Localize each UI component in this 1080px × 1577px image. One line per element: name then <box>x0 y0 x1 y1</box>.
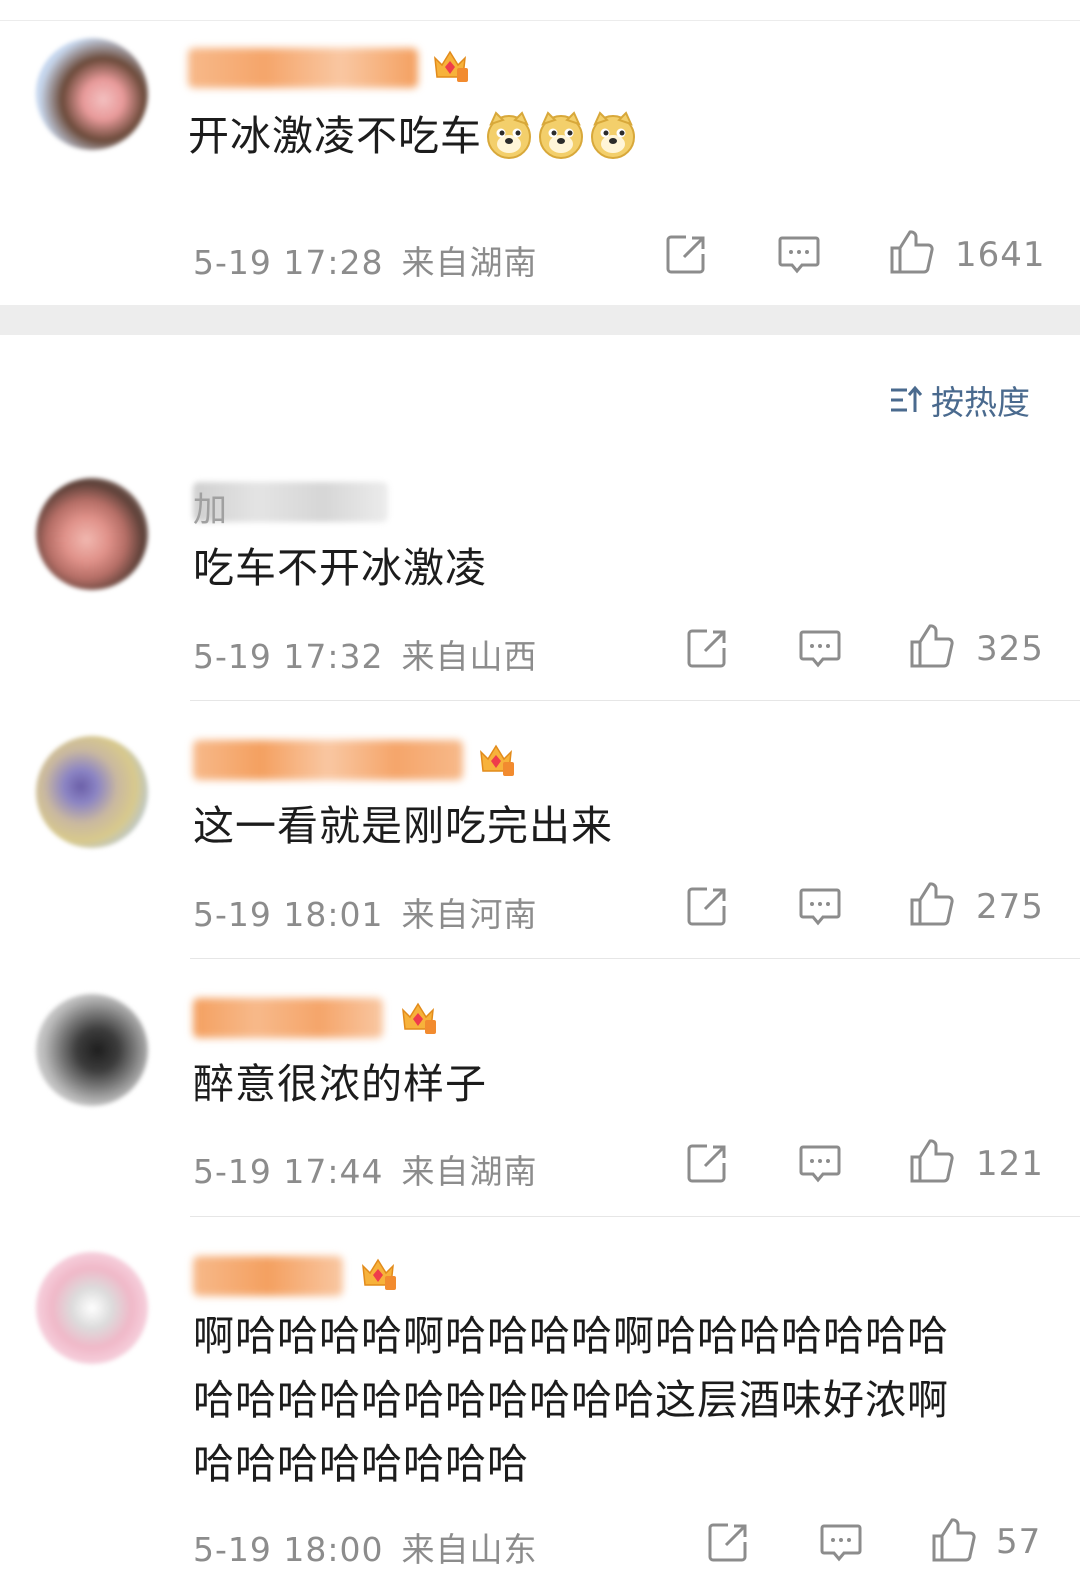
like-button[interactable] <box>888 228 936 276</box>
like-count: 57 <box>996 1522 1042 1562</box>
comment-icon <box>798 1141 842 1185</box>
comment-divider <box>190 1216 1080 1217</box>
comment-text: 吃车不开冰激凌 <box>193 544 487 592</box>
vip-crown-icon <box>358 1252 398 1292</box>
location: 来自山西 <box>401 637 538 676</box>
avatar[interactable] <box>36 736 148 848</box>
location: 来自河南 <box>401 895 538 934</box>
reply-button[interactable] <box>798 884 842 928</box>
thumbs-up-icon <box>908 880 956 928</box>
reply-button[interactable] <box>798 626 842 670</box>
share-icon <box>685 1141 729 1185</box>
comment-text: 啊哈哈哈哈啊哈哈哈哈啊哈哈哈哈哈哈哈 哈哈哈哈哈哈哈哈哈哈哈这层酒味好浓啊 哈哈… <box>193 1312 949 1488</box>
share-button[interactable] <box>685 884 729 928</box>
timestamp: 5-19 17:32 <box>193 637 384 676</box>
vip-crown-icon <box>430 44 470 84</box>
avatar[interactable] <box>36 1252 148 1364</box>
avatar[interactable] <box>36 478 148 590</box>
doge-emoji-icon <box>588 110 638 160</box>
comment-meta: 5-19 18:00 来自山东 <box>193 1523 538 1571</box>
share-icon <box>706 1520 750 1564</box>
like-button[interactable] <box>908 622 956 670</box>
reply-button[interactable] <box>798 1141 842 1185</box>
thumbs-up-icon <box>888 228 936 276</box>
share-button[interactable] <box>706 1520 750 1564</box>
comment-icon <box>777 232 821 276</box>
vip-crown-icon <box>476 738 516 778</box>
sort-label: 按热度 <box>931 383 1030 422</box>
timestamp: 5-19 18:01 <box>193 895 384 934</box>
comment-icon <box>819 1520 863 1564</box>
comment-meta: 5-19 17:44 来自湖南 <box>193 1145 538 1193</box>
like-button[interactable] <box>930 1516 978 1564</box>
share-icon <box>685 626 729 670</box>
comment-meta: 5-19 17:28 来自湖南 <box>193 236 538 284</box>
username-text: 加 <box>193 490 227 530</box>
comment-divider <box>190 700 1080 701</box>
location: 来自湖南 <box>401 243 538 282</box>
vip-crown-icon <box>398 996 438 1036</box>
section-separator <box>0 305 1080 335</box>
doge-emoji-icon <box>484 110 534 160</box>
comment-text: 醉意很浓的样子 <box>193 1060 487 1108</box>
comment-meta: 5-19 18:01 来自河南 <box>193 888 538 936</box>
like-count: 1641 <box>955 235 1046 275</box>
comment-icon <box>798 626 842 670</box>
thumbs-up-icon <box>908 622 956 670</box>
comment-text-content: 开冰激凌不吃车 <box>188 112 482 160</box>
timestamp: 5-19 17:28 <box>193 243 384 282</box>
doge-emoji-icon <box>536 110 586 160</box>
share-button[interactable] <box>685 626 729 670</box>
location: 来自湖南 <box>401 1152 538 1191</box>
thumbs-up-icon <box>908 1137 956 1185</box>
like-count: 121 <box>976 1144 1044 1184</box>
username[interactable] <box>193 998 383 1038</box>
username[interactable] <box>193 1256 343 1296</box>
sort-icon <box>891 385 923 412</box>
like-count: 275 <box>976 887 1044 927</box>
timestamp: 5-19 18:00 <box>193 1530 384 1569</box>
timestamp: 5-19 17:44 <box>193 1152 384 1191</box>
like-count: 325 <box>976 629 1044 669</box>
thumbs-up-icon <box>930 1516 978 1564</box>
like-button[interactable] <box>908 880 956 928</box>
share-button[interactable] <box>685 1141 729 1185</box>
sort-by-hot-button[interactable]: 按热度 <box>889 376 1030 424</box>
reply-button[interactable] <box>819 1520 863 1564</box>
comment-text: 这一看就是刚吃完出来 <box>193 802 613 850</box>
reply-button[interactable] <box>777 232 821 276</box>
like-button[interactable] <box>908 1137 956 1185</box>
comment-text: 开冰激凌不吃车 <box>188 104 638 168</box>
username[interactable] <box>188 48 418 88</box>
username[interactable] <box>193 740 463 780</box>
avatar[interactable] <box>36 38 148 150</box>
comment-meta: 5-19 17:32 来自山西 <box>193 630 538 678</box>
comment-icon <box>798 884 842 928</box>
location: 来自山东 <box>401 1530 538 1569</box>
share-button[interactable] <box>664 232 708 276</box>
avatar[interactable] <box>36 994 148 1106</box>
top-divider <box>0 20 1080 21</box>
comment-divider <box>190 958 1080 959</box>
share-icon <box>664 232 708 276</box>
share-icon <box>685 884 729 928</box>
